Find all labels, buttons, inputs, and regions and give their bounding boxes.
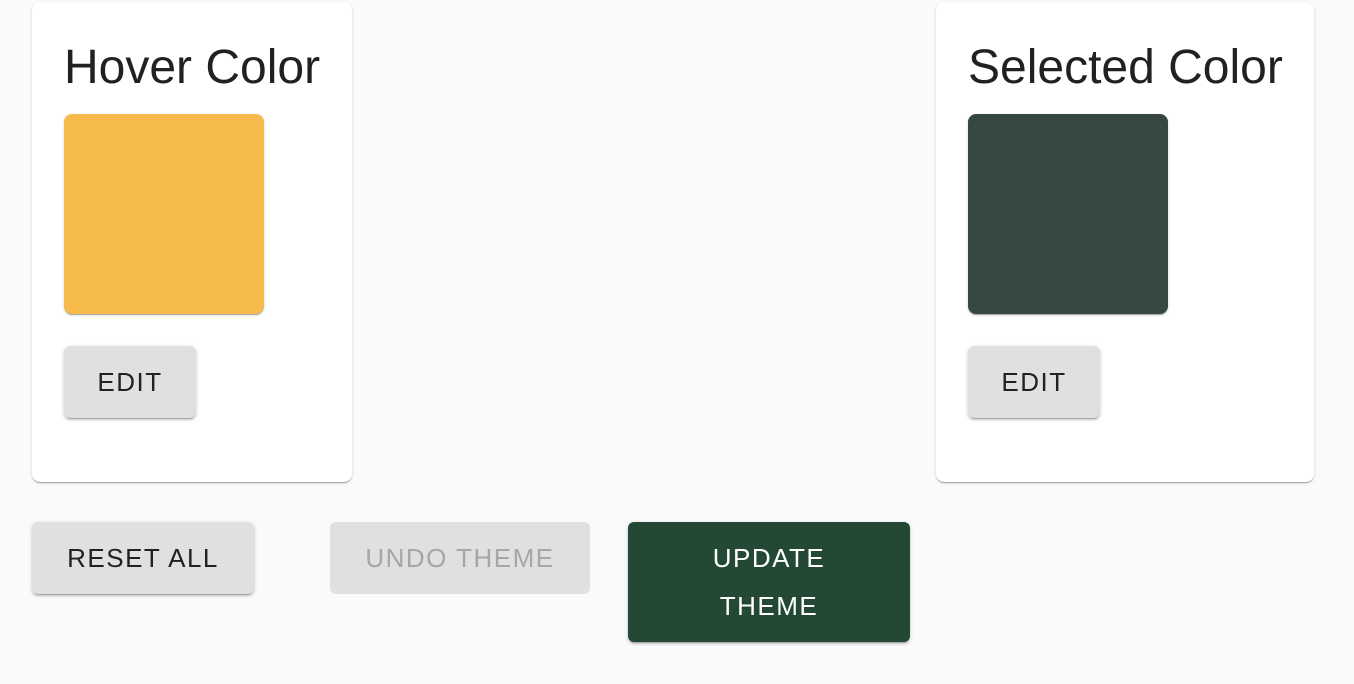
- reset-all-button[interactable]: RESET ALL: [32, 522, 254, 594]
- hover-color-title: Hover Color: [64, 41, 321, 94]
- update-theme-button[interactable]: UPDATE THEME: [628, 522, 910, 642]
- hover-color-swatch: [64, 114, 264, 314]
- selected-color-title: Selected Color: [968, 41, 1283, 94]
- selected-color-card: Selected Color EDIT: [936, 2, 1314, 482]
- hover-color-card: Hover Color EDIT: [32, 2, 352, 482]
- theme-editor-page: Hover Color EDIT Selected Color EDIT RES…: [0, 0, 1354, 684]
- update-theme-label: UPDATE THEME: [712, 543, 826, 621]
- hover-color-edit-button[interactable]: EDIT: [64, 346, 196, 418]
- selected-color-swatch: [968, 114, 1168, 314]
- undo-theme-button[interactable]: UNDO THEME: [330, 522, 590, 594]
- selected-color-edit-button[interactable]: EDIT: [968, 346, 1100, 418]
